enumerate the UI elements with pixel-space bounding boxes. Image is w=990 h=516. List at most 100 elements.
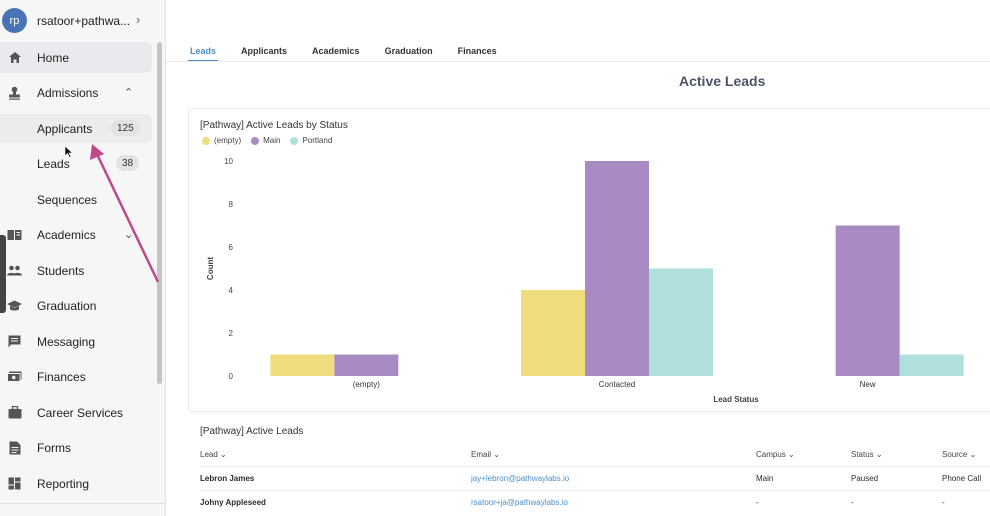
bar-empty-contacted: [521, 290, 585, 376]
cell-email-link[interactable]: rsatoor+ja@pathwaylabs.io: [471, 498, 568, 507]
y-tick-label: 6: [229, 243, 234, 252]
stamp-icon: [7, 85, 22, 100]
sidebar-item-leads[interactable]: Leads 38: [0, 149, 152, 178]
sidebar-item-finances[interactable]: Finances: [0, 361, 152, 392]
y-tick-label: 2: [229, 329, 234, 338]
cell-campus: -: [756, 498, 759, 507]
sidebar-item-career-services[interactable]: Career Services: [0, 397, 152, 428]
bar-portland-contacted: [649, 268, 713, 376]
graduation-cap-icon: [7, 298, 22, 313]
sidebar-item-label: Applicants: [37, 122, 93, 136]
sidebar-item-label: Sequences: [37, 193, 98, 207]
app-window: rp rsatoor+pathwa... › Home Admissions ⌃…: [0, 0, 990, 516]
bar-main-contacted: [585, 161, 649, 376]
y-tick-label: 10: [224, 157, 233, 166]
column-header-campus[interactable]: Campus ⌄: [756, 450, 795, 459]
column-header-label: Lead: [200, 450, 218, 459]
form-icon: [7, 440, 22, 455]
sidebar-item-applicants[interactable]: Applicants 125: [0, 114, 152, 143]
column-header-label: Email: [471, 450, 492, 459]
chevron-right-icon[interactable]: ›: [136, 12, 140, 27]
cell-email-link[interactable]: jay+lebron@pathwaylabs.io: [471, 474, 569, 483]
table-divider: [200, 490, 990, 491]
count-badge: 125: [111, 120, 140, 136]
cell-campus: Main: [756, 474, 774, 483]
money-icon: [7, 369, 22, 384]
cursor-icon: [64, 146, 74, 158]
dashboard-icon: [7, 476, 22, 491]
sidebar-edge-handle[interactable]: [0, 235, 6, 313]
sidebar-item-admissions[interactable]: Admissions ⌃: [0, 77, 152, 108]
cell-lead: Lebron James: [200, 474, 255, 483]
sidebar-item-label: Admissions: [37, 85, 99, 100]
sidebar-divider: [0, 503, 166, 504]
y-tick-label: 4: [229, 286, 234, 295]
bar-portland-new: [899, 354, 964, 376]
sidebar-item-students[interactable]: Students: [0, 255, 152, 286]
y-tick-label: 0: [229, 372, 234, 381]
sidebar-item-label: Home: [37, 50, 70, 65]
main-content: Leads Applicants Academics Graduation Fi…: [166, 0, 990, 516]
sidebar-item-forms[interactable]: Forms: [0, 432, 152, 463]
sidebar-item-sequences[interactable]: Sequences: [0, 185, 152, 214]
sidebar-item-academics[interactable]: Academics ⌄: [0, 219, 152, 250]
chevron-down-icon[interactable]: ⌄: [124, 228, 133, 241]
people-icon: [7, 263, 22, 278]
column-header-source[interactable]: Source ⌄: [942, 450, 976, 459]
cell-status: Paused: [851, 474, 879, 483]
column-header-email[interactable]: Email ⌄: [471, 450, 500, 459]
sidebar-item-label: Messaging: [37, 334, 96, 349]
sidebar: rp rsatoor+pathwa... › Home Admissions ⌃…: [0, 0, 166, 516]
sidebar-item-label: Finances: [37, 369, 86, 384]
sidebar-item-messaging[interactable]: Messaging: [0, 326, 152, 357]
sidebar-item-label: Reporting: [37, 476, 90, 491]
message-icon: [7, 334, 22, 349]
bar-empty-empty: [270, 354, 335, 376]
tab-finances[interactable]: Finances: [456, 40, 499, 62]
chart-card: [Pathway] Active Leads by Status (empty)…: [188, 108, 990, 412]
tab-academics[interactable]: Academics: [310, 40, 362, 62]
page-title: Active Leads: [679, 73, 766, 89]
column-header-label: Status: [851, 450, 874, 459]
user-menu[interactable]: rp rsatoor+pathwa... ›: [0, 0, 160, 40]
bar-main-empty: [334, 354, 399, 376]
count-badge: 38: [116, 155, 140, 171]
x-tick-label: (empty): [353, 380, 380, 389]
sidebar-item-reporting[interactable]: Reporting: [0, 468, 152, 499]
tabs-divider: [166, 61, 990, 62]
sidebar-scrollbar[interactable]: [157, 42, 162, 384]
sidebar-item-label: Career Services: [37, 405, 124, 420]
book-icon: [7, 227, 22, 242]
table-divider: [200, 466, 990, 467]
x-tick-label: New: [860, 380, 876, 389]
bar-chart: 0 2 4 6 8 10 Count (empty) Contacted New Lead Stat…: [206, 157, 964, 404]
table-row[interactable]: Lebron James jay+lebron@pathwaylabs.io M…: [200, 468, 990, 490]
column-header-lead[interactable]: Lead ⌄: [200, 450, 227, 459]
table-row[interactable]: Johny Appleseed rsatoor+ja@pathwaylabs.i…: [200, 492, 990, 514]
chevron-up-icon[interactable]: ⌃: [124, 86, 133, 99]
column-header-status[interactable]: Status ⌄: [851, 450, 883, 459]
report-tabs: Leads Applicants Academics Graduation Fi…: [188, 40, 520, 62]
cell-status: -: [851, 498, 854, 507]
cell-lead: Johny Appleseed: [200, 498, 266, 507]
sidebar-item-graduation[interactable]: Graduation: [0, 290, 152, 321]
tab-applicants[interactable]: Applicants: [239, 40, 289, 62]
bar-main-new: [835, 225, 900, 376]
sidebar-item-label: Leads: [37, 157, 70, 171]
tab-leads[interactable]: Leads: [188, 40, 219, 62]
table-header: Lead ⌄ Email ⌄ Campus ⌄ Status ⌄ Source …: [200, 448, 990, 464]
x-axis-label: Lead Status: [713, 395, 759, 404]
cell-source: Phone Call: [942, 474, 982, 483]
home-icon: [7, 50, 22, 65]
sidebar-item-label: Forms: [37, 440, 71, 455]
sidebar-item-home[interactable]: Home: [0, 42, 152, 73]
avatar[interactable]: rp: [2, 8, 27, 33]
x-tick-label: Contacted: [599, 380, 635, 389]
briefcase-icon: [7, 405, 22, 420]
sidebar-item-label: Graduation: [37, 298, 97, 313]
sidebar-item-label: Students: [37, 263, 85, 278]
tab-graduation[interactable]: Graduation: [383, 40, 435, 62]
column-header-label: Source: [942, 450, 968, 459]
y-axis-label: Count: [206, 257, 215, 280]
table-title: [Pathway] Active Leads: [200, 426, 304, 437]
